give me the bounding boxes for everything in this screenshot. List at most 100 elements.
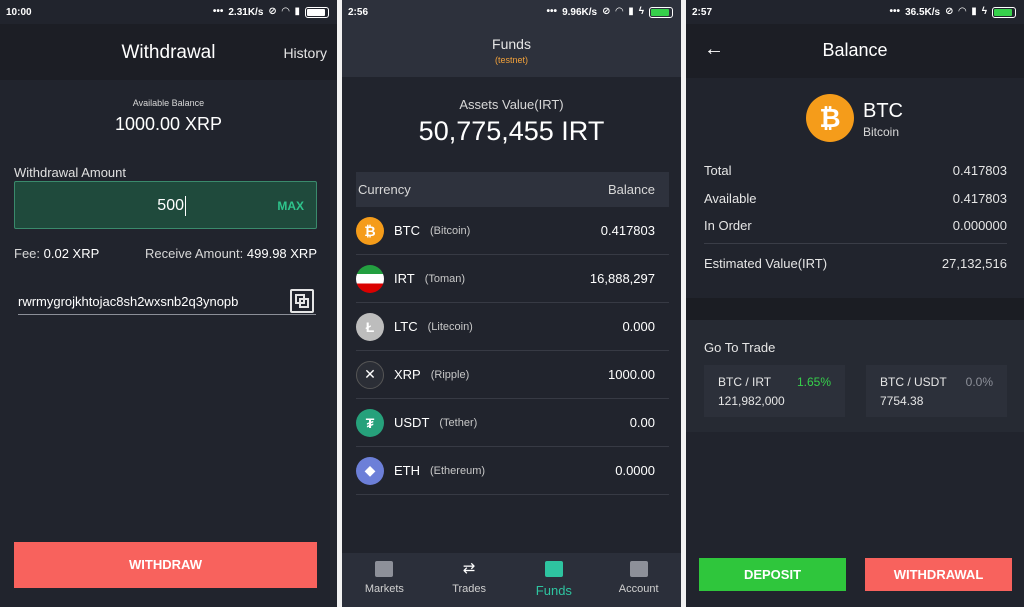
network-speed: 36.5K/s (905, 6, 941, 18)
ripple-icon: ✕ (356, 360, 384, 389)
currency-balance: 1000.00 (608, 367, 655, 382)
history-link[interactable]: History (283, 45, 327, 61)
status-bar: 10:00 ••• 2.31K/s ⊘ ◠ ▮ (0, 0, 337, 24)
currency-list: ₿ BTC (Bitcoin) 0.417803 IRT (Toman) 16,888,29… (356, 207, 669, 495)
estimated-value-row: Estimated Value(IRT) 27,132,516 (704, 256, 1007, 271)
balance-row-in-order: In Order 0.000000 (704, 218, 1007, 233)
pair-change: 0.0% (965, 375, 993, 389)
assets-value: 50,775,455 IRT (418, 116, 605, 146)
app-header: ← Balance (686, 24, 1024, 78)
available-balance-value: 1000.00 XRP (114, 114, 223, 134)
withdraw-button[interactable]: WITHDRAW (14, 542, 317, 588)
app-header: Funds (testnet) (342, 24, 681, 77)
currency-row-btc[interactable]: ₿ BTC (Bitcoin) 0.417803 (356, 207, 669, 255)
currency-row-irt[interactable]: IRT (Toman) 16,888,297 (356, 255, 669, 303)
account-icon (629, 561, 648, 577)
currency-symbol: USDT (394, 415, 430, 430)
more-dots-icon: ••• (889, 6, 901, 17)
currency-row-xrp[interactable]: ✕ XRP (Ripple) 1000.00 (356, 351, 669, 399)
more-dots-icon: ••• (212, 6, 224, 17)
fee-value: 0.02 XRP (43, 246, 100, 261)
nav-item-markets[interactable]: Markets (342, 553, 427, 607)
currency-name: (Ripple) (430, 368, 470, 381)
wallet-icon (544, 561, 563, 577)
page-title: Balance (822, 40, 888, 60)
deposit-button[interactable]: DEPOSIT (699, 558, 846, 591)
currency-header: Currency (358, 182, 411, 197)
charging-icon: ϟ (638, 6, 644, 17)
nav-label: Trades (452, 583, 487, 595)
balance-row-total: Total 0.417803 (704, 163, 1007, 178)
currency-symbol: IRT (394, 271, 415, 286)
withdrawal-screen: 10:00 ••• 2.31K/s ⊘ ◠ ▮ Withdrawal Histo… (0, 0, 337, 607)
balance-label: Total (704, 163, 732, 178)
status-bar: 2:57 ••• 36.5K/s ⊘ ◠ ▮ ϟ (686, 0, 1024, 24)
nav-item-trades[interactable]: ⇄ Trades (427, 553, 512, 607)
bitcoin-icon: ₿ (356, 216, 384, 245)
currency-balance: 0.417803 (600, 223, 655, 238)
withdrawal-button[interactable]: WITHDRAWAL (865, 558, 1012, 591)
litecoin-icon: Ł (356, 312, 384, 341)
go-to-trade-heading: Go To Trade (704, 340, 776, 355)
address-underline (18, 314, 316, 315)
balance-value: 0.417803 (952, 163, 1007, 178)
bottom-navigation: Markets ⇄ Trades Funds Account (342, 553, 681, 607)
address-input[interactable]: rwrmygrojkhtojac8sh2wxsnb2q3ynopb (18, 294, 238, 309)
mute-icon: ⊘ (945, 6, 954, 17)
currency-row-ltc[interactable]: Ł LTC (Litecoin) 0.000 (356, 303, 669, 351)
ethereum-icon: ◆ (356, 456, 384, 485)
assets-value-caption: Assets Value(IRT) (459, 97, 564, 112)
amount-value: 500 (157, 197, 184, 214)
currency-balance: 16,888,297 (589, 271, 655, 286)
nav-item-account[interactable]: Account (596, 553, 681, 607)
fee-info: Fee: 0.02 XRP (14, 246, 99, 261)
wifi-icon: ◠ (281, 6, 290, 17)
available-balance-caption: Available Balance (132, 98, 205, 108)
wifi-icon: ◠ (615, 6, 624, 17)
currency-row-usdt[interactable]: ₮ USDT (Tether) 0.00 (356, 399, 669, 447)
bitcoin-icon: ₿ (806, 94, 854, 142)
battery-icon (992, 6, 1016, 18)
pair-price: 121,982,000 (718, 394, 785, 408)
text-caret (185, 196, 186, 216)
receive-value: 499.98 XRP (246, 246, 317, 261)
balance-header: Balance (608, 182, 655, 197)
network-speed: 2.31K/s (228, 6, 264, 18)
more-dots-icon: ••• (546, 6, 558, 17)
trade-pair-btc-irt[interactable]: BTC / IRT 1.65% 121,982,000 (704, 365, 845, 417)
funds-screen: 2:56 ••• 9.96K/s ⊘ ◠ ▮ ϟ Funds (testnet)… (342, 0, 681, 607)
balance-screen: 2:57 ••• 36.5K/s ⊘ ◠ ▮ ϟ ← Balance ₿ BTC… (686, 0, 1024, 607)
qr-scan-icon[interactable] (290, 289, 314, 313)
nav-item-funds[interactable]: Funds (512, 553, 597, 607)
network-subtitle: (testnet) (494, 55, 528, 65)
currency-name: (Ethereum) (430, 464, 486, 477)
balance-label: Available (704, 191, 757, 206)
balance-value: 0.000000 (952, 218, 1007, 233)
receive-label: Receive Amount: (144, 246, 244, 261)
currency-balance: 0.000 (622, 319, 655, 334)
status-time: 2:56 (348, 6, 369, 18)
withdrawal-amount-input[interactable]: 500 MAX (14, 181, 317, 229)
mute-icon: ⊘ (268, 6, 277, 17)
section-separator (686, 298, 1024, 320)
status-time: 2:57 (692, 6, 713, 18)
status-bar: 2:56 ••• 9.96K/s ⊘ ◠ ▮ ϟ (342, 0, 681, 24)
currency-name: (Bitcoin) (430, 224, 471, 237)
coin-name: Bitcoin (863, 125, 900, 139)
balance-value: 0.417803 (952, 191, 1007, 206)
nav-label: Account (618, 583, 659, 595)
currency-name: (Toman) (424, 272, 466, 285)
currency-symbol: LTC (394, 319, 418, 334)
currency-row-eth[interactable]: ◆ ETH (Ethereum) 0.0000 (356, 447, 669, 495)
estimated-value: 27,132,516 (941, 256, 1007, 271)
battery-icon (305, 6, 329, 18)
table-header: Currency Balance (356, 172, 669, 207)
tether-icon: ₮ (356, 408, 384, 437)
max-button[interactable]: MAX (277, 199, 304, 213)
currency-symbol: BTC (394, 223, 420, 238)
currency-symbol: ETH (394, 463, 420, 478)
fee-row: Fee: 0.02 XRP Receive Amount: 499.98 XRP (14, 246, 317, 261)
app-header: Withdrawal History (0, 24, 337, 80)
estimated-label: Estimated Value(IRT) (704, 256, 828, 271)
trade-pair-btc-usdt[interactable]: BTC / USDT 0.0% 7754.38 (866, 365, 1007, 417)
